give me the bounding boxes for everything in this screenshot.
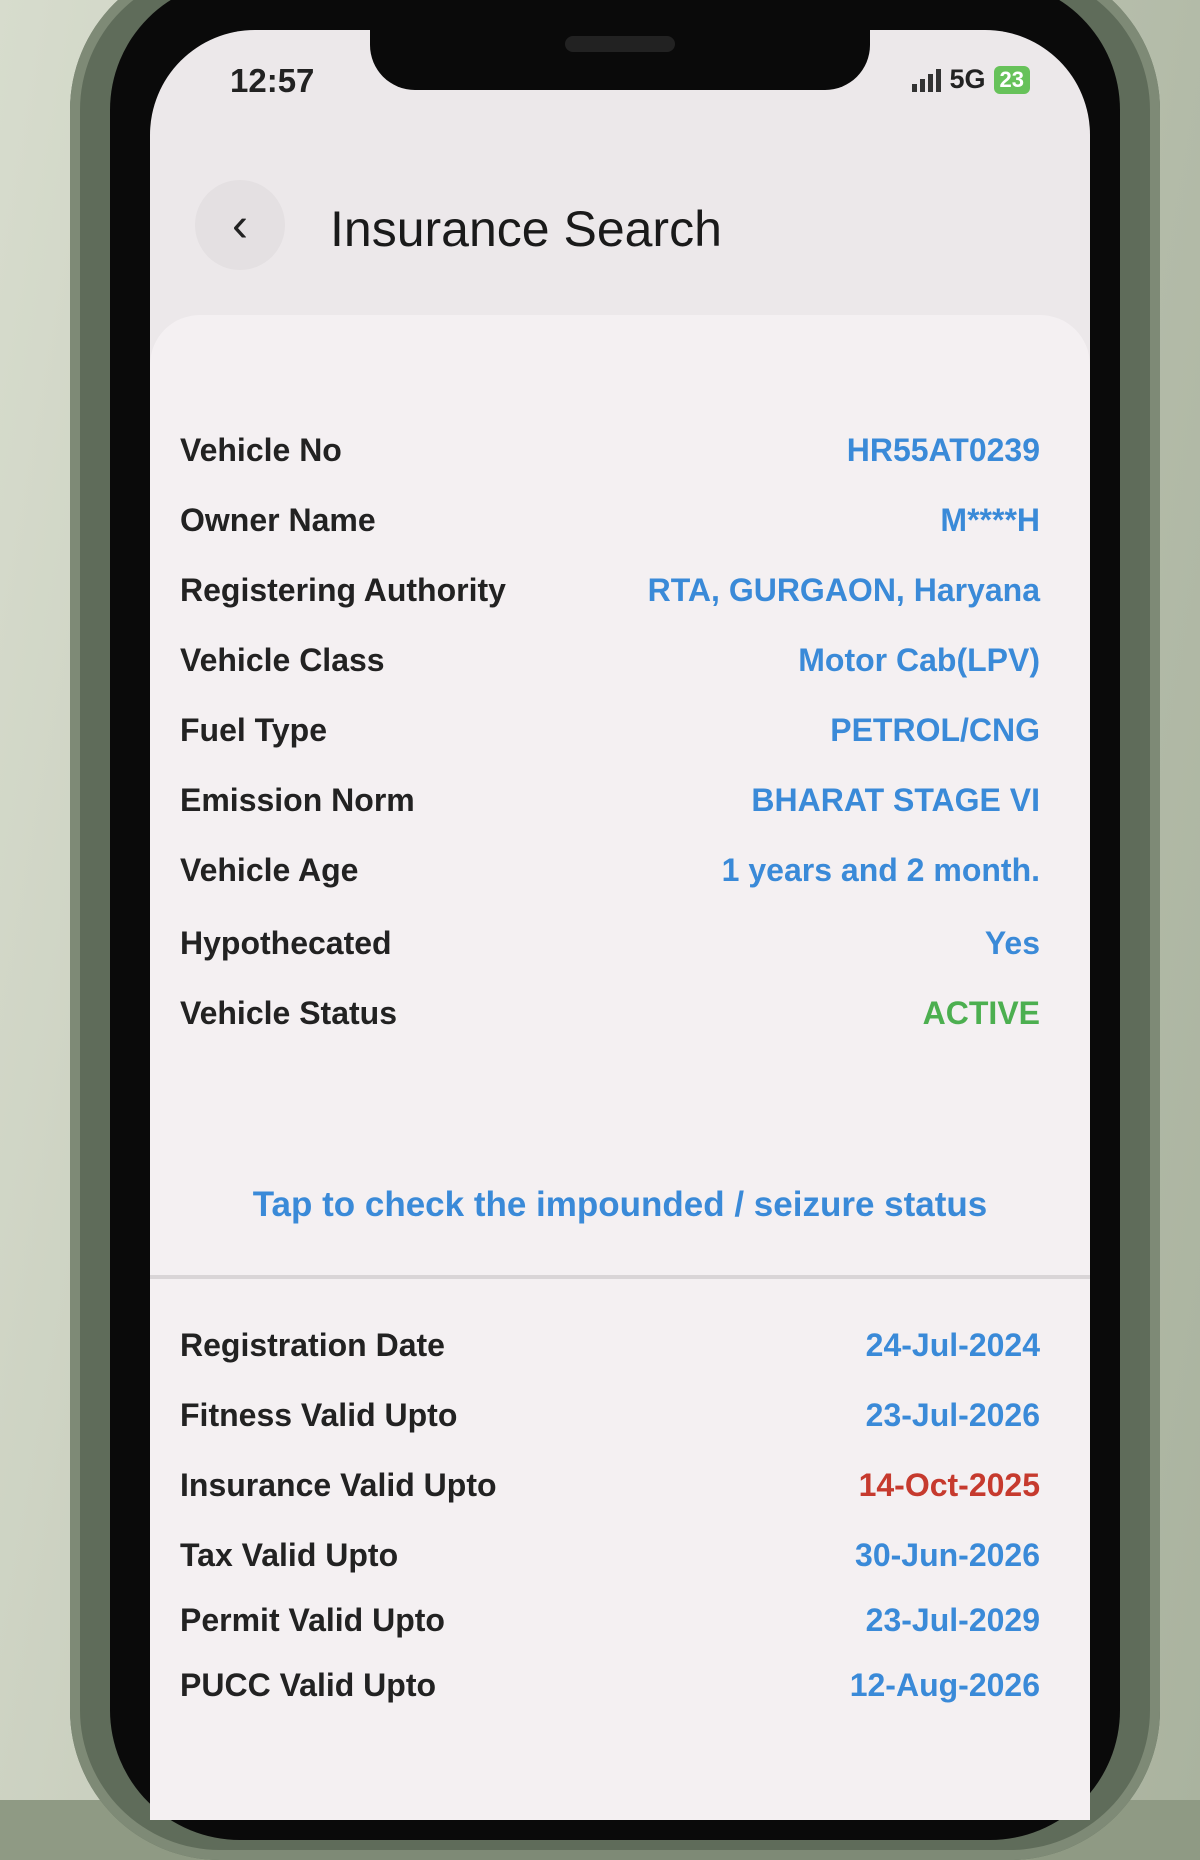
detail-label: Vehicle Age [180,851,359,888]
validity-label: Tax Valid Upto [180,1536,399,1573]
divider [150,1275,1090,1279]
detail-value: HR55AT0239 [846,431,1040,468]
detail-label: Registering Authority [180,571,506,608]
speaker [565,36,675,52]
validity-row-registration-date: Registration Date 24-Jul-2024 [180,1315,1040,1375]
details-card: Vehicle No HR55AT0239 Owner Name M****H … [150,315,1090,1820]
detail-label: Emission Norm [180,781,415,818]
validity-row-pucc: PUCC Valid Upto 12-Aug-2026 [180,1655,1040,1715]
validity-label: Insurance Valid Upto [180,1466,497,1503]
detail-value: PETROL/CNG [830,711,1040,748]
detail-row-vehicle-no: Vehicle No HR55AT0239 [180,420,1040,480]
chevron-left-icon: ‹ [232,198,248,252]
validity-value: 23-Jul-2029 [865,1601,1040,1638]
detail-label: Vehicle Class [180,641,385,678]
detail-row-vehicle-status: Vehicle Status ACTIVE [180,983,1040,1043]
validity-label: Permit Valid Upto [180,1601,445,1638]
validity-row-tax: Tax Valid Upto 30-Jun-2026 [180,1525,1040,1585]
validity-row-insurance: Insurance Valid Upto 14-Oct-2025 [180,1455,1040,1515]
battery-icon: 23 [993,65,1030,94]
detail-row-vehicle-class: Vehicle Class Motor Cab(LPV) [180,630,1040,690]
detail-value: 1 years and 2 month. [721,851,1040,888]
validity-value: 14-Oct-2025 [858,1466,1040,1503]
validity-label: Registration Date [180,1326,445,1363]
detail-row-vehicle-age: Vehicle Age 1 years and 2 month. [180,840,1040,900]
validity-value: 30-Jun-2026 [855,1536,1040,1573]
detail-row-owner-name: Owner Name M****H [180,490,1040,550]
validity-value: 24-Jul-2024 [865,1326,1040,1363]
detail-label: Vehicle Status [180,994,397,1031]
detail-row-registering-authority: Registering Authority RTA, GURGAON, Hary… [180,560,1040,620]
validity-label: Fitness Valid Upto [180,1396,458,1433]
detail-row-hypothecated: Hypothecated Yes [180,913,1040,973]
network-type: 5G [949,64,986,94]
detail-value: Motor Cab(LPV) [798,641,1040,678]
detail-label: Hypothecated [180,924,392,961]
validity-row-permit: Permit Valid Upto 23-Jul-2029 [180,1590,1040,1650]
page-title: Insurance Search [330,201,722,257]
app-screen: 12:57 5G 23 ‹ Insurance Search Vehicle N… [150,30,1090,1820]
detail-label: Owner Name [180,501,376,538]
detail-value: RTA, GURGAON, Haryana [647,571,1040,608]
detail-row-emission-norm: Emission Norm BHARAT STAGE VI [180,770,1040,830]
notch [370,30,870,90]
detail-label: Vehicle No [180,431,342,468]
status-indicators: 5G 23 [912,64,1030,95]
detail-value: M****H [940,501,1040,538]
status-time: 12:57 [230,62,315,99]
back-button[interactable]: ‹ [195,180,285,270]
status-badge: ACTIVE [922,994,1040,1031]
detail-row-fuel-type: Fuel Type PETROL/CNG [180,700,1040,760]
validity-value: 23-Jul-2026 [865,1396,1040,1433]
detail-label: Fuel Type [180,711,327,748]
detail-value: BHARAT STAGE VI [751,781,1040,818]
seizure-status-link[interactable]: Tap to check the impounded / seizure sta… [150,1185,1090,1225]
validity-value: 12-Aug-2026 [849,1666,1040,1703]
detail-value: Yes [984,924,1040,961]
signal-icon [912,68,942,92]
validity-row-fitness: Fitness Valid Upto 23-Jul-2026 [180,1385,1040,1445]
header: ‹ Insurance Search [150,150,1090,290]
validity-label: PUCC Valid Upto [180,1666,437,1703]
